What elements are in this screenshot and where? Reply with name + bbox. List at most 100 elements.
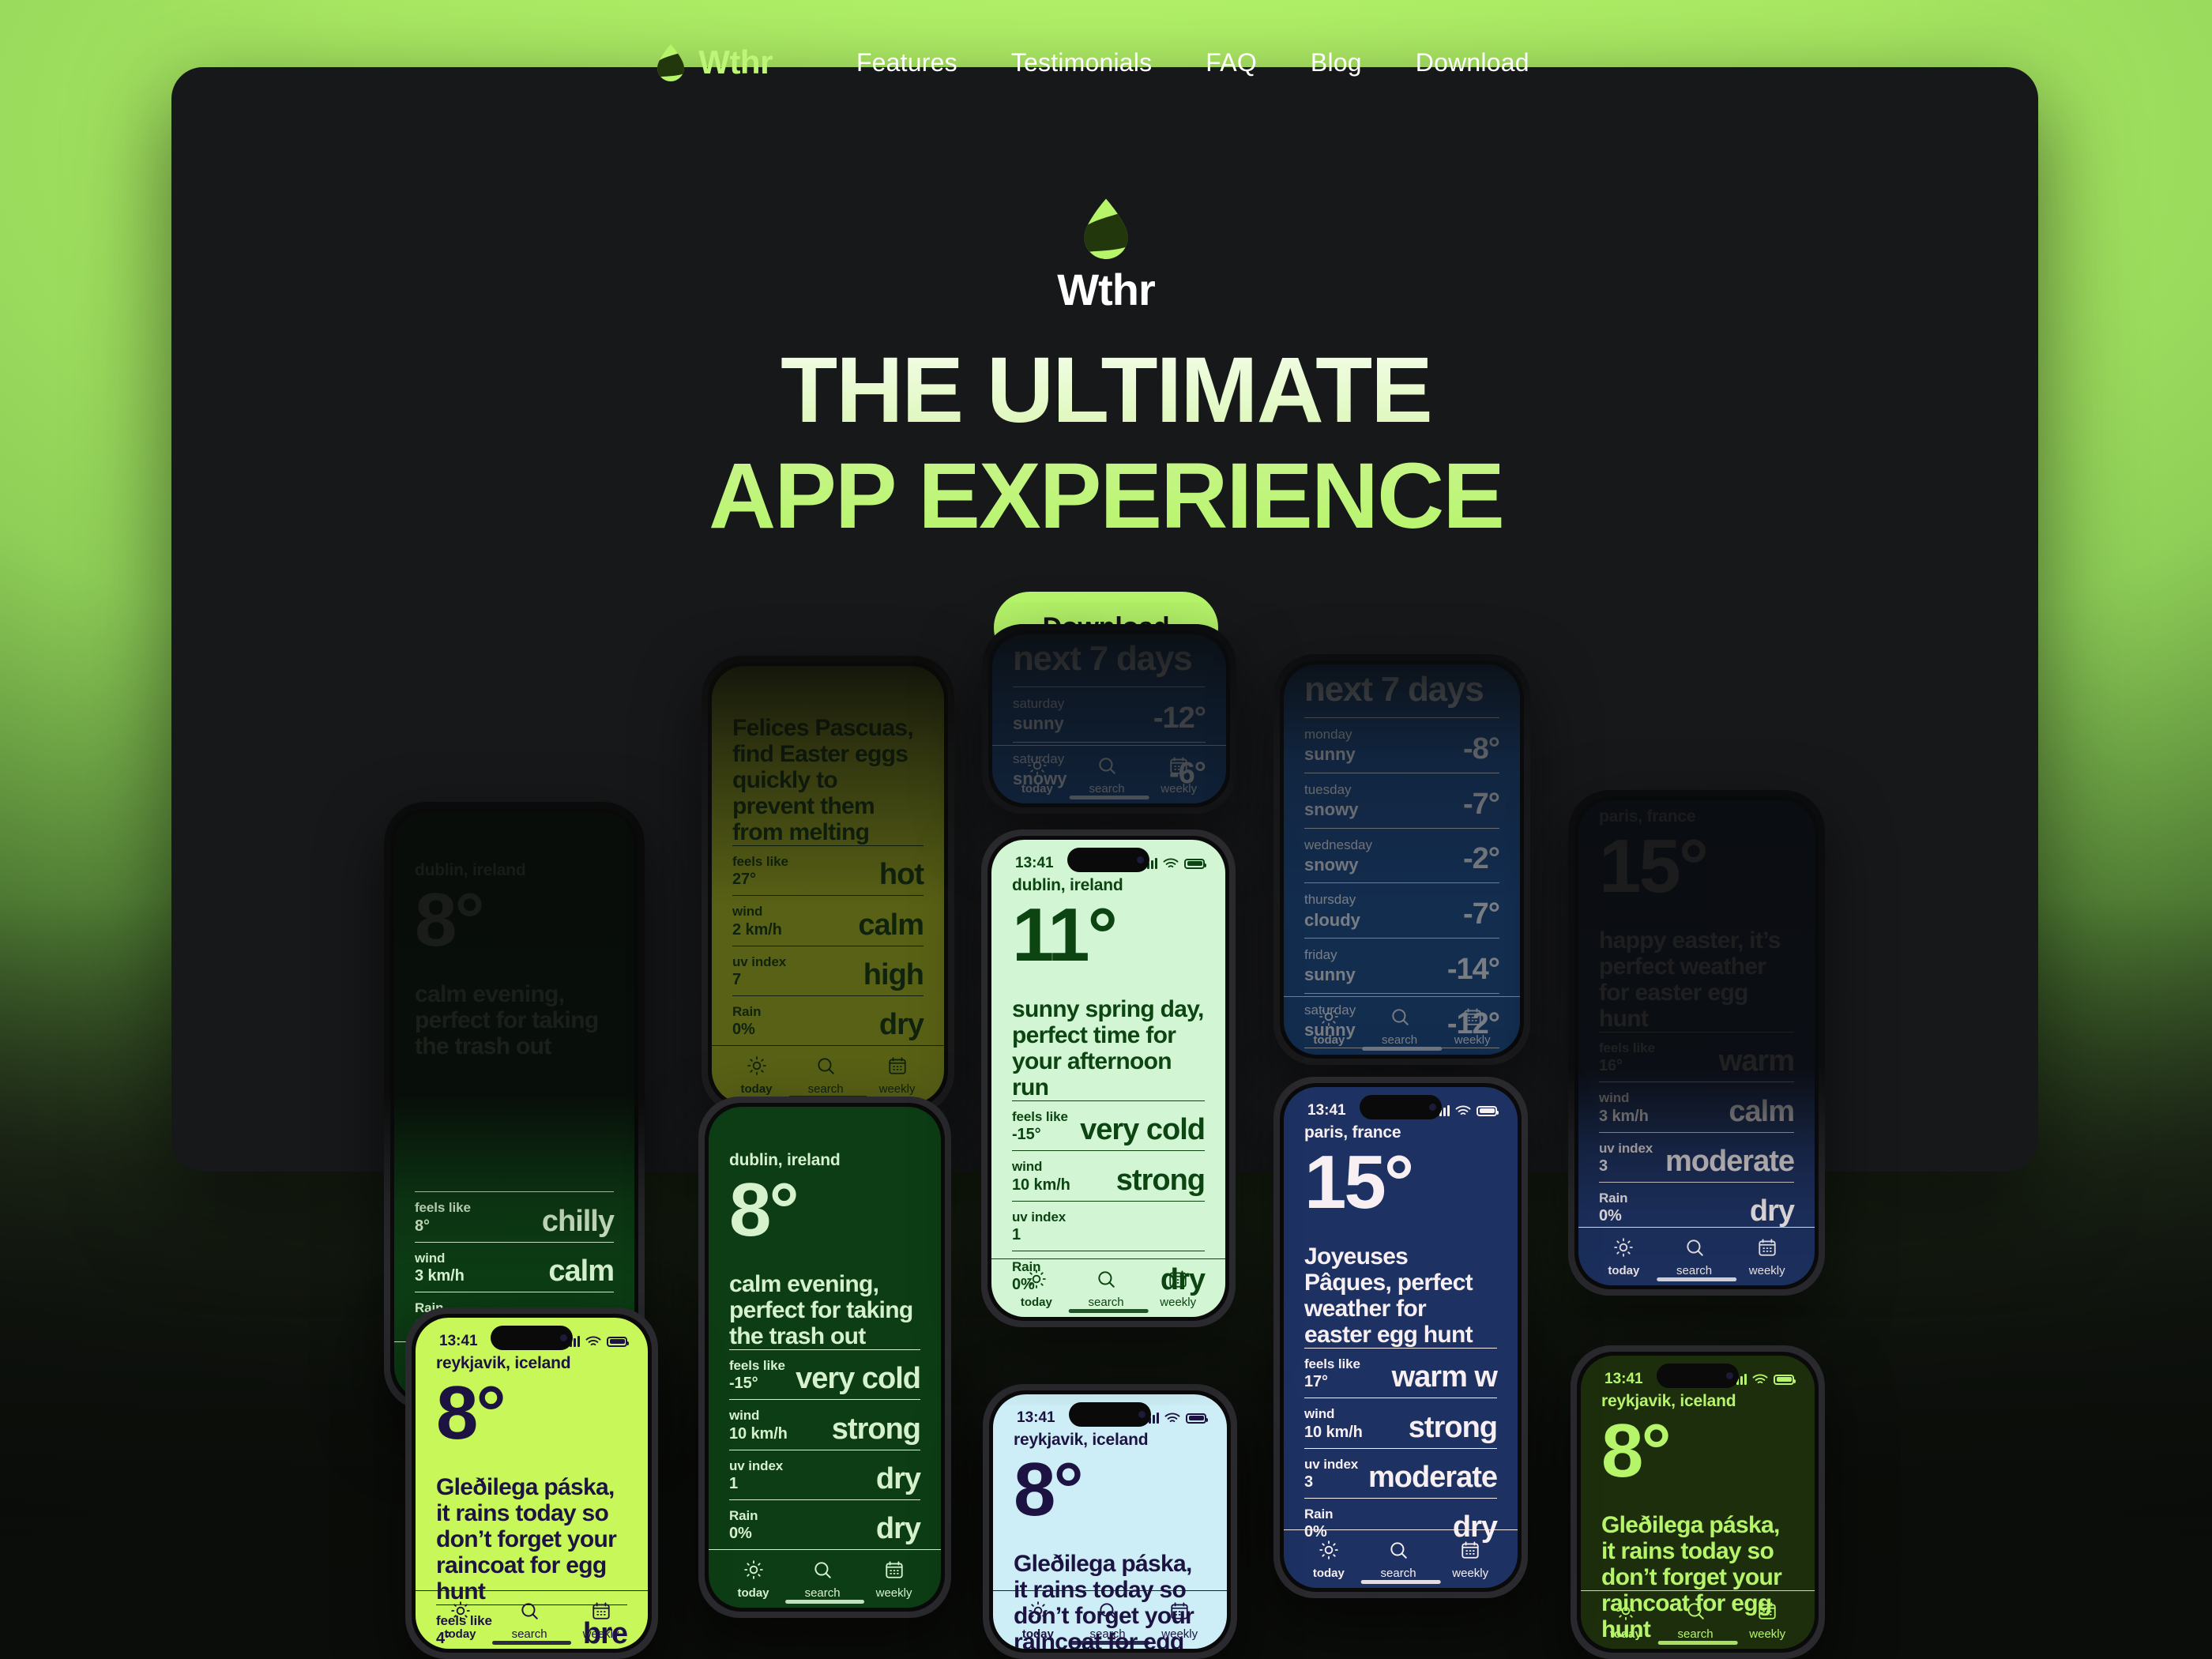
tab-today[interactable]: today [1022,1601,1054,1641]
today-body: reykjavik, iceland 8° Gleðilega páska, it … [416,1354,648,1649]
tab-weekly[interactable]: weekly [1161,1601,1198,1641]
weekly-row: wednesday snowy -2° [1304,827,1500,883]
nav-link-blog[interactable]: Blog [1311,48,1362,77]
today-body: Felices Pascuas, find Easter eggs quickl… [712,673,944,1045]
phone-bezel: dublin, ireland 8° calm evening, perfect f… [705,1103,945,1612]
tab-today-label: today [1313,1033,1345,1047]
temperature: 8° [1014,1447,1084,1532]
tab-search[interactable]: search [512,1601,547,1641]
tab-today[interactable]: today [1610,1601,1642,1641]
search-icon [1388,1540,1409,1563]
battery-icon [1774,1374,1796,1385]
tab-search[interactable]: search [808,1055,844,1096]
detail-row: uv index 3 moderate [1304,1447,1498,1498]
wifi-icon [585,1336,601,1345]
tab-weekly[interactable]: weekly [1749,1601,1785,1641]
detail-label: uv index 7 [732,954,787,988]
tab-weekly-label: weekly [1454,1033,1491,1047]
tab-today[interactable]: today [1608,1237,1639,1277]
detail-row: feels like -15° very cold [729,1349,921,1399]
tab-today-label: today [1021,782,1053,796]
tab-weekly[interactable]: weekly [1452,1540,1488,1580]
detail-row: feels like -15° very cold [1012,1100,1206,1150]
detail-value: 0% [729,1525,752,1542]
tab-today[interactable]: today [1021,1269,1052,1309]
tab-today[interactable]: today [445,1601,476,1641]
home-indicator [1361,1047,1443,1051]
phone-screen: dublin, ireland 8° calm evening, perfect f… [709,1107,941,1608]
detail-row: uv index 1 dry [729,1449,921,1499]
tab-today[interactable]: today [738,1559,769,1600]
calendar-icon [1460,1540,1480,1563]
tab-today[interactable]: today [1313,1540,1345,1580]
tab-today-label: today [444,1627,476,1641]
home-indicator [492,1641,571,1645]
tab-today-label: today [1021,1627,1054,1641]
phone-mockup-paris-dark-right: paris, france 15° happy easter, it’s perfe… [1568,790,1825,1296]
detail-row: feels like 8° chilly [415,1191,615,1241]
sun-icon [747,1055,767,1079]
tab-weekly[interactable]: weekly [583,1601,619,1641]
calendar-icon [1168,755,1189,779]
tab-search-label: search [1676,1264,1713,1277]
tab-search[interactable]: search [805,1559,841,1600]
tab-search[interactable]: search [1381,1540,1416,1580]
detail-row: wind 10 km/h strong [1304,1398,1498,1447]
search-icon [519,1601,540,1624]
weather-message: calm evening, perfect for taking the tra… [729,1271,913,1349]
nav-link-features[interactable]: Features [856,48,957,77]
nav-link-faq[interactable]: FAQ [1206,48,1257,77]
detail-word: calm [548,1254,615,1288]
tab-search[interactable]: search [1090,1601,1126,1641]
dynamic-island [1069,1402,1151,1427]
tab-today-label: today [740,1082,773,1096]
detail-value: 17° [1304,1373,1328,1391]
phone-mockup-dublin-dark-green: dublin, ireland 8° calm evening, perfect f… [698,1097,951,1618]
phone-screen: 13:41 paris, france 15° Joyeuses Pâques, pe… [1284,1087,1518,1588]
detail-label: wind 3 km/h [415,1250,465,1285]
tab-search[interactable]: search [1089,1269,1124,1309]
battery-icon [1184,858,1206,869]
tab-today-label: today [1312,1567,1345,1580]
tab-search[interactable]: search [1382,1006,1417,1047]
calendar-icon [887,1055,908,1079]
tab-weekly-label: weekly [1452,1567,1489,1580]
status-bar: 13:41 [416,1318,648,1354]
tab-weekly[interactable]: weekly [876,1559,912,1600]
detail-word: very cold [1080,1113,1206,1147]
tab-today[interactable]: today [1313,1006,1345,1047]
detail-word: strong [1115,1163,1206,1197]
detail-label: Rain0% [732,1003,762,1038]
tab-today[interactable]: today [741,1055,773,1096]
hero-logo: Wthr [0,198,2212,315]
weekly-row: friday sunny -14° [1304,938,1500,993]
detail-value: 3 [1599,1157,1608,1175]
nav-link-download[interactable]: Download [1416,48,1529,77]
tab-search[interactable]: search [1676,1237,1712,1277]
tab-search[interactable]: search [1089,755,1125,796]
brand-logo[interactable]: Wthr [656,43,773,81]
home-indicator [1070,1641,1150,1645]
detail-value: 27° [732,871,756,889]
search-icon [1097,755,1117,779]
tab-weekly[interactable]: weekly [1161,755,1197,796]
detail-word: dry [878,1008,924,1041]
detail-row: feels like 16° warm [1599,1032,1795,1082]
tab-search-label: search [511,1627,547,1641]
tab-weekly[interactable]: weekly [1160,1269,1196,1309]
tab-weekly[interactable]: weekly [1454,1006,1491,1047]
tab-today[interactable]: today [1021,755,1053,796]
phone-mockup-pascuas-olive: Felices Pascuas, find Easter eggs quickl… [702,656,954,1114]
today-body: reykjavik, iceland 8° Gleðilega páska, it … [993,1431,1227,1649]
detail-label: uv index 1 [1012,1209,1066,1243]
detail-word: calm [858,908,924,942]
weather-message: happy easter, it’s perfect weather for e… [1599,927,1781,1033]
status-indicators [566,1336,629,1348]
tab-weekly[interactable]: weekly [1749,1237,1785,1277]
phone-mockup-paris-navy-main: 13:41 paris, france 15° Joyeuses Pâques, pe… [1273,1077,1528,1598]
tab-weekly[interactable]: weekly [879,1055,915,1096]
phone-bezel: 13:41 reykjavik, iceland 8° Gleðilega páska… [1577,1352,1819,1653]
nav-link-testimonials[interactable]: Testimonials [1011,48,1152,77]
tab-search[interactable]: search [1678,1601,1714,1641]
page-title: THE ULTIMATE APP EXPERIENCE [0,344,2212,543]
